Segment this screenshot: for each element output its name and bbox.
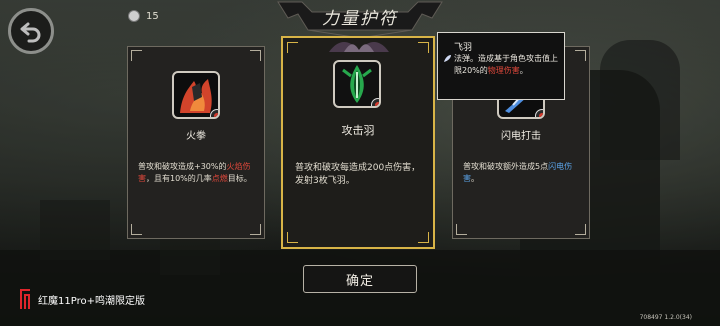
card-description: 普攻和破攻额外造成5点闪电伤害。	[463, 162, 573, 183]
feather-small-icon	[444, 55, 451, 62]
element-badge-icon	[210, 109, 218, 117]
red-magic-logo-icon	[20, 289, 30, 309]
title-banner: 力量护符	[272, 0, 448, 40]
card-name: 攻击羽	[341, 124, 375, 137]
fire-fist-icon	[172, 71, 220, 119]
device-watermark: 红魔11Pro+鸣潮限定版	[18, 288, 145, 310]
back-button[interactable]	[8, 8, 54, 54]
brand-text: 红魔11Pro+鸣潮限定版	[38, 295, 145, 307]
version-label: 708497 1.2.0(34)	[639, 314, 692, 321]
element-badge-icon	[535, 109, 543, 117]
page-title: 力量护符	[322, 9, 398, 29]
keyword-tooltip: 飞羽 法弹。造成基于角色攻击值上限20%的物理伤害。	[437, 32, 565, 100]
card-name: 闪电打击	[501, 131, 541, 142]
lotus-ornament-icon	[329, 42, 389, 52]
card-description: 普攻和破攻造成+30%的火焰伤害，且有10%的几率点燃目标。	[138, 162, 252, 183]
card-name: 火拳	[186, 131, 206, 142]
element-badge-icon	[371, 98, 379, 106]
tooltip-title: 飞羽	[454, 43, 473, 53]
talisman-card-fire-fist[interactable]: 火拳 普攻和破攻造成+30%的火焰伤害，且有10%的几率点燃目标。	[127, 46, 265, 239]
coin-counter: 15	[128, 10, 159, 22]
talisman-card-attack-feather[interactable]: 攻击羽 普攻和破攻每造成200点伤害，发射3枚飞羽。	[281, 36, 435, 249]
coin-icon	[128, 10, 140, 22]
back-arrow-icon	[20, 22, 41, 43]
card-description: 普攻和破攻每造成200点伤害，发射3枚飞羽。	[295, 163, 421, 186]
confirm-button[interactable]: 确定	[303, 265, 417, 293]
coin-count: 15	[146, 10, 159, 22]
tooltip-body: 法弹。造成基于角色攻击值上限20%的物理伤害。	[454, 54, 558, 75]
attack-feather-icon	[333, 60, 381, 108]
